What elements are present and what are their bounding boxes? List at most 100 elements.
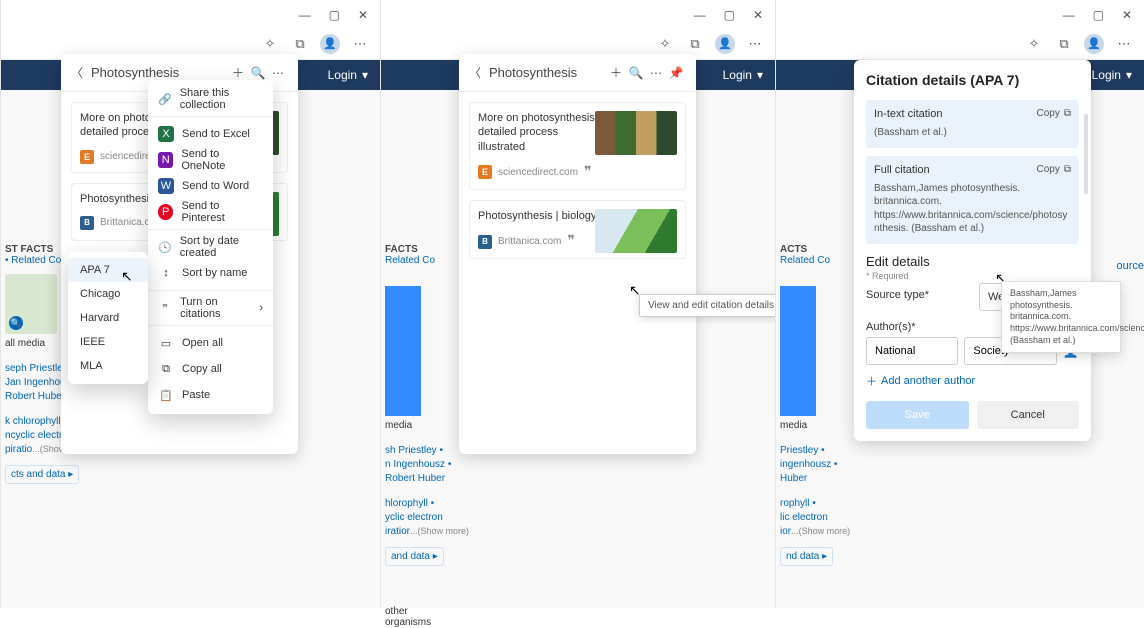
- collection-card[interactable]: Photosynthesis | biology BBrittanica.com…: [469, 200, 686, 259]
- add-icon[interactable]: ＋: [606, 64, 626, 81]
- related-link[interactable]: Related Co: [385, 255, 437, 266]
- login-button[interactable]: Login▾: [723, 68, 763, 82]
- author-first-input[interactable]: [866, 337, 958, 365]
- facts-data-button[interactable]: and data ▸: [385, 547, 444, 566]
- window-close[interactable]: ✕: [753, 8, 763, 22]
- card-title: Photosynthesis | biology: [478, 209, 608, 223]
- style-harvard[interactable]: Harvard: [68, 306, 148, 330]
- window-minimize[interactable]: —: [694, 8, 706, 22]
- collection-card[interactable]: More on photosynthesis – detailed proces…: [469, 102, 686, 190]
- chem-link[interactable]: ncyclic electron: [5, 430, 57, 441]
- copy-intext-button[interactable]: Copy ⧉: [1037, 108, 1072, 119]
- copy-all-item[interactable]: ⧉Copy all: [148, 356, 273, 382]
- chem-link[interactable]: rophyll •: [780, 498, 832, 509]
- chem-link[interactable]: lic electron: [780, 512, 832, 523]
- intext-body: (Bassham et al.): [874, 126, 1071, 140]
- paste-item[interactable]: 📋Paste: [148, 382, 273, 408]
- onenote-icon: N: [158, 152, 173, 168]
- style-chicago[interactable]: Chicago: [68, 282, 148, 306]
- copy-icon: ⧉: [158, 361, 174, 377]
- favorites-icon[interactable]: ✧: [655, 34, 675, 54]
- login-button[interactable]: Login▾: [328, 68, 368, 82]
- author-link[interactable]: Jan Ingenhousz •: [5, 377, 57, 388]
- style-mla[interactable]: MLA: [68, 354, 148, 378]
- collections-icon[interactable]: ⧉: [1054, 34, 1074, 54]
- fast-facts-heading: FACTS: [385, 244, 418, 255]
- collections-icon[interactable]: ⧉: [290, 34, 310, 54]
- author-link[interactable]: sh Priestley •: [385, 445, 437, 456]
- add-author-button[interactable]: ＋Add another author: [866, 373, 1079, 389]
- scrollbar[interactable]: [1084, 114, 1088, 194]
- profile-avatar[interactable]: 👤: [320, 34, 340, 54]
- window-maximize[interactable]: ▢: [1093, 8, 1104, 22]
- chem-link[interactable]: hlorophyll •: [385, 498, 437, 509]
- save-button[interactable]: Save: [866, 401, 969, 429]
- zoom-icon[interactable]: 🔍: [9, 316, 23, 330]
- author-link[interactable]: ingenhousz •: [780, 459, 832, 470]
- facts-data-button[interactable]: cts and data ▸: [5, 465, 79, 484]
- chem-link[interactable]: ior...(Show more): [780, 526, 832, 537]
- window-close[interactable]: ✕: [358, 8, 368, 22]
- copy-full-button[interactable]: Copy ⧉: [1037, 164, 1072, 175]
- favorites-icon[interactable]: ✧: [260, 34, 280, 54]
- chem-link[interactable]: k chlorophyll •: [5, 416, 57, 427]
- media-link[interactable]: media: [385, 420, 437, 431]
- favorites-icon[interactable]: ✧: [1024, 34, 1044, 54]
- chem-link[interactable]: iratior...(Show more): [385, 526, 437, 537]
- author-link[interactable]: n Ingenhousz •: [385, 459, 437, 470]
- panel-more-icon[interactable]: ⋯: [268, 66, 288, 80]
- toolbar-more-icon[interactable]: ⋯: [350, 34, 370, 54]
- sort-name-item[interactable]: ↕Sort by name: [148, 260, 273, 286]
- share-icon: 🔗: [158, 91, 172, 107]
- toolbar-more-icon[interactable]: ⋯: [1114, 34, 1134, 54]
- cancel-button[interactable]: Cancel: [977, 401, 1080, 429]
- sort-date-item[interactable]: 🕓Sort by date created: [148, 234, 273, 260]
- author-link[interactable]: Huber: [780, 473, 832, 484]
- add-icon[interactable]: ＋: [228, 64, 248, 81]
- send-excel-item[interactable]: XSend to Excel: [148, 121, 273, 147]
- author-link[interactable]: seph Priestley: [5, 363, 57, 374]
- window-maximize[interactable]: ▢: [329, 8, 340, 22]
- related-link[interactable]: • Related Co: [5, 255, 57, 266]
- collections-icon[interactable]: ⧉: [685, 34, 705, 54]
- profile-avatar[interactable]: 👤: [1084, 34, 1104, 54]
- chem-link[interactable]: yclic electron: [385, 512, 437, 523]
- paste-icon: 📋: [158, 387, 174, 403]
- chem-link[interactable]: piratio...(Show more): [5, 444, 57, 455]
- window-close[interactable]: ✕: [1122, 8, 1132, 22]
- collection-title: Photosynthesis: [91, 65, 228, 80]
- source-link-fragment[interactable]: ource: [1116, 260, 1144, 272]
- author-link[interactable]: Robert Huber: [5, 391, 57, 402]
- toolbar-more-icon[interactable]: ⋯: [745, 34, 765, 54]
- media-link[interactable]: media: [780, 420, 832, 431]
- back-icon[interactable]: 〈: [71, 64, 83, 81]
- window-maximize[interactable]: ▢: [724, 8, 735, 22]
- style-apa7[interactable]: APA 7: [68, 258, 148, 282]
- share-collection-item[interactable]: 🔗Share this collection: [148, 86, 273, 112]
- send-pinterest-item[interactable]: PSend to Pinterest: [148, 199, 273, 225]
- author-link[interactable]: Priestley •: [780, 445, 832, 456]
- citation-details-title: Citation details (APA 7): [866, 72, 1091, 88]
- search-icon[interactable]: 🔍: [248, 66, 268, 80]
- login-button[interactable]: Login▾: [1092, 68, 1132, 82]
- quote-icon: ❞: [158, 300, 172, 316]
- style-ieee[interactable]: IEEE: [68, 330, 148, 354]
- turn-on-citations-item[interactable]: ❞Turn on citations›: [148, 295, 273, 321]
- word-icon: W: [158, 178, 174, 194]
- all-media-link[interactable]: all media: [5, 338, 57, 349]
- author-link[interactable]: Robert Huber: [385, 473, 437, 484]
- profile-avatar[interactable]: 👤: [715, 34, 735, 54]
- panel-more-icon[interactable]: ⋯: [646, 66, 666, 80]
- facts-data-button[interactable]: nd data ▸: [780, 547, 833, 566]
- window-minimize[interactable]: —: [299, 8, 311, 22]
- search-icon[interactable]: 🔍: [626, 66, 646, 80]
- back-icon[interactable]: 〈: [469, 64, 481, 81]
- related-link[interactable]: Related Co: [780, 255, 832, 266]
- send-onenote-item[interactable]: NSend to OneNote: [148, 147, 273, 173]
- citation-icon[interactable]: ❞: [567, 233, 575, 250]
- send-word-item[interactable]: WSend to Word: [148, 173, 273, 199]
- citation-icon[interactable]: ❞: [584, 164, 592, 181]
- open-all-item[interactable]: ▭Open all: [148, 330, 273, 356]
- pin-icon[interactable]: 📌: [666, 66, 686, 80]
- window-minimize[interactable]: —: [1063, 8, 1075, 22]
